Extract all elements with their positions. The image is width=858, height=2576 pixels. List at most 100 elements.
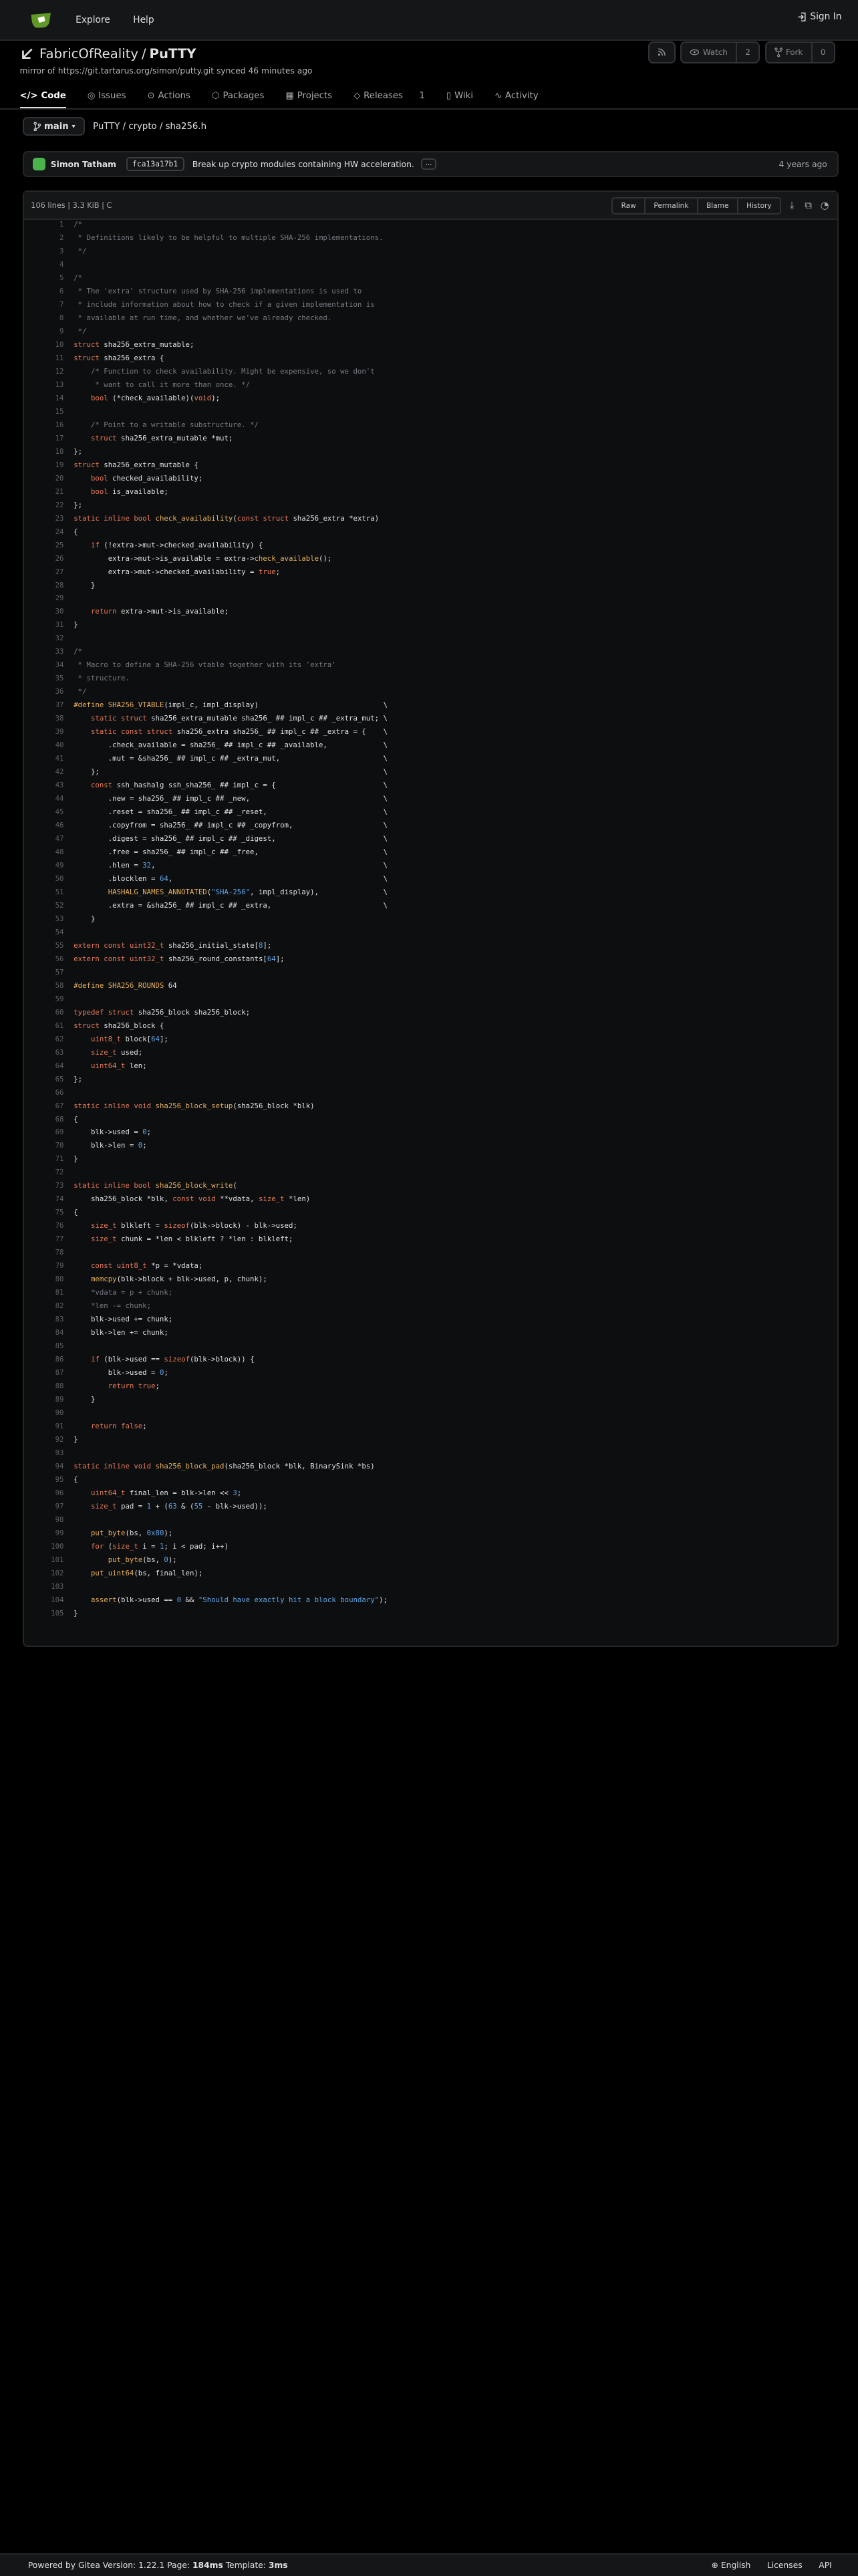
licenses-link[interactable]: Licenses <box>767 2561 803 2570</box>
line-number[interactable]: 65 <box>24 1075 64 1083</box>
commit-sha[interactable]: fca13a17b1 <box>126 156 184 172</box>
line-number[interactable]: 45 <box>24 807 64 816</box>
commit-author[interactable]: Simon Tatham <box>51 160 116 169</box>
line-number[interactable]: 84 <box>24 1328 64 1337</box>
line-number[interactable]: 21 <box>24 487 64 496</box>
line-number[interactable]: 1 <box>24 220 63 229</box>
line-number[interactable]: 53 <box>24 914 64 923</box>
tab-code[interactable]: </> Code <box>19 86 66 109</box>
line-number[interactable]: 62 <box>24 1035 64 1043</box>
line-number[interactable]: 72 <box>24 1168 64 1176</box>
line-number[interactable]: 19 <box>24 461 64 469</box>
line-number[interactable]: 76 <box>24 1221 64 1230</box>
line-number[interactable]: 38 <box>24 714 64 723</box>
line-number[interactable]: 98 <box>24 1515 64 1524</box>
sign-in-link[interactable]: Sign In <box>797 11 842 22</box>
repo-owner-link[interactable]: FabricOfReality <box>39 46 138 61</box>
line-number[interactable]: 34 <box>24 660 64 669</box>
line-number[interactable]: 96 <box>24 1489 64 1497</box>
line-number[interactable]: 13 <box>24 380 64 389</box>
line-number[interactable]: 3 <box>24 247 63 255</box>
line-number[interactable]: 86 <box>24 1355 64 1364</box>
line-number[interactable]: 7 <box>24 300 63 309</box>
line-number[interactable]: 85 <box>24 1341 64 1350</box>
line-number[interactable]: 42 <box>24 767 64 776</box>
nav-explore-link[interactable]: Explore <box>76 15 110 25</box>
line-number[interactable]: 23 <box>24 514 64 523</box>
line-number[interactable]: 100 <box>24 1542 63 1551</box>
line-number[interactable]: 78 <box>24 1248 64 1257</box>
line-number[interactable]: 104 <box>24 1595 63 1604</box>
line-number[interactable]: 2 <box>24 233 63 242</box>
line-number[interactable]: 28 <box>24 581 64 590</box>
line-number[interactable]: 30 <box>24 607 64 616</box>
fork-button[interactable]: Fork 0 <box>764 41 835 64</box>
line-number[interactable]: 39 <box>24 727 64 736</box>
line-number[interactable]: 22 <box>24 501 64 509</box>
raw-button[interactable]: Raw <box>613 199 644 213</box>
line-number[interactable]: 35 <box>24 674 64 682</box>
line-number[interactable]: 49 <box>24 861 64 870</box>
line-number[interactable]: 36 <box>24 687 64 696</box>
line-number[interactable]: 24 <box>24 527 64 536</box>
permalink-button[interactable]: Permalink <box>644 198 697 213</box>
history-button[interactable]: History <box>736 198 780 213</box>
line-number[interactable]: 11 <box>24 354 64 362</box>
line-number[interactable]: 80 <box>24 1275 64 1283</box>
line-number[interactable]: 29 <box>24 594 64 602</box>
line-number[interactable]: 88 <box>24 1382 64 1390</box>
line-number[interactable]: 74 <box>24 1194 64 1203</box>
line-number[interactable]: 59 <box>24 995 64 1003</box>
line-number[interactable]: 41 <box>24 754 64 763</box>
line-number[interactable]: 58 <box>24 981 64 990</box>
line-number[interactable]: 71 <box>24 1154 64 1163</box>
line-number[interactable]: 15 <box>24 407 64 416</box>
line-number[interactable]: 105 <box>24 1609 63 1618</box>
line-number[interactable]: 20 <box>24 474 64 483</box>
line-number[interactable]: 83 <box>24 1315 64 1323</box>
commit-expand-button[interactable]: … <box>420 158 437 170</box>
copy-icon[interactable]: ⧉ <box>803 200 814 211</box>
nav-help-link[interactable]: Help <box>133 15 154 25</box>
line-number[interactable]: 81 <box>24 1288 64 1297</box>
watch-count[interactable]: 2 <box>736 42 758 63</box>
line-number[interactable]: 55 <box>24 941 64 950</box>
line-number[interactable]: 73 <box>24 1181 64 1190</box>
tab-projects[interactable]: ▦ Projects <box>285 86 332 107</box>
line-number[interactable]: 44 <box>24 794 64 803</box>
line-number[interactable]: 95 <box>24 1475 64 1484</box>
line-number[interactable]: 48 <box>24 848 64 856</box>
line-number[interactable]: 43 <box>24 781 64 789</box>
line-number[interactable]: 82 <box>24 1301 64 1310</box>
commit-message[interactable]: Break up crypto modules containing HW ac… <box>192 160 414 169</box>
line-number[interactable]: 12 <box>24 367 64 376</box>
tab-releases[interactable]: ◇ Releases 1 <box>353 86 425 107</box>
line-number[interactable]: 94 <box>24 1462 64 1470</box>
line-number[interactable]: 64 <box>24 1061 64 1070</box>
version-link[interactable]: 1.22.1 <box>138 2561 164 2570</box>
line-number[interactable]: 25 <box>24 541 64 549</box>
line-number[interactable]: 102 <box>24 1569 63 1577</box>
line-number[interactable]: 66 <box>24 1088 64 1097</box>
breadcrumb-folder[interactable]: crypto <box>128 122 156 132</box>
line-number[interactable]: 87 <box>24 1368 64 1377</box>
blame-button[interactable]: Blame <box>696 198 737 213</box>
line-number[interactable]: 6 <box>24 287 63 295</box>
repo-name-link[interactable]: PuTTY <box>150 46 196 61</box>
gitea-logo-icon[interactable] <box>29 8 52 31</box>
line-number[interactable]: 61 <box>24 1021 64 1030</box>
line-number[interactable]: 40 <box>24 741 64 749</box>
line-number[interactable]: 37 <box>24 700 64 709</box>
line-number[interactable]: 47 <box>24 834 64 843</box>
watch-button[interactable]: Watch 2 <box>680 41 760 64</box>
line-number[interactable]: 52 <box>24 901 64 910</box>
rss-button[interactable] <box>648 41 676 64</box>
line-number[interactable]: 14 <box>24 394 64 402</box>
line-number[interactable]: 51 <box>24 888 64 896</box>
line-number[interactable]: 27 <box>24 567 64 576</box>
line-number[interactable]: 97 <box>24 1502 64 1511</box>
tab-activity[interactable]: ∿ Activity <box>494 86 539 107</box>
line-number[interactable]: 18 <box>24 447 64 456</box>
line-number[interactable]: 67 <box>24 1102 64 1110</box>
line-number[interactable]: 56 <box>24 954 64 963</box>
